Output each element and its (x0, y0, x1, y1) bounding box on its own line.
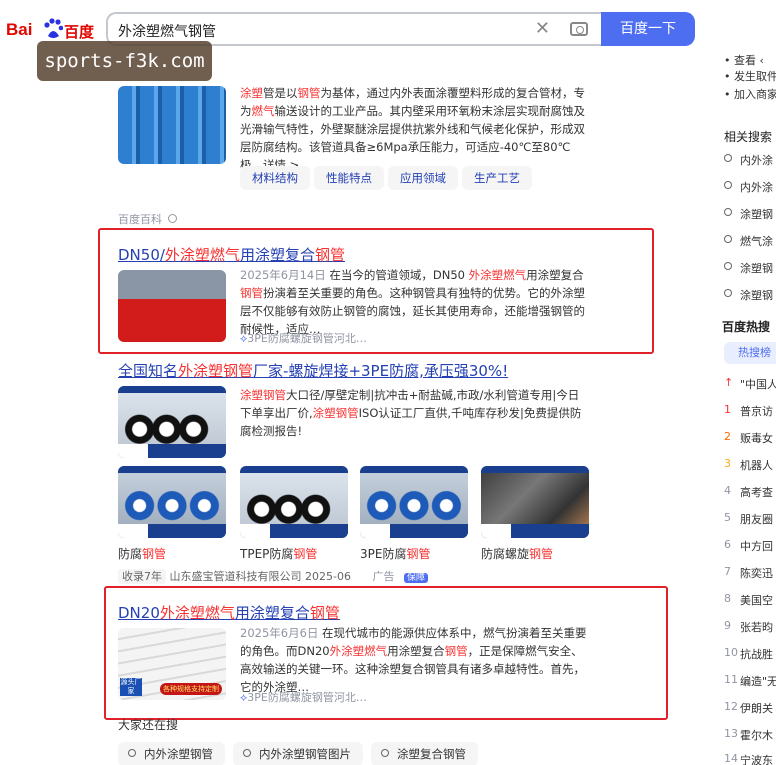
result-1-title[interactable]: DN50/外涂塑燃气用涂塑复合钢管 (118, 244, 345, 265)
hot-search-heading: 百度热搜 (722, 320, 771, 334)
result-1-source[interactable]: ⟡3PE防腐螺旋钢管河北… (240, 330, 367, 346)
baike-thumbnail[interactable] (118, 86, 226, 164)
ad-gallery-image-4[interactable] (481, 466, 589, 538)
ad-meta: 收录7年 山东盛宝管道科技有限公司 2025-06 广告 保障 (118, 568, 428, 584)
search-icon (724, 154, 732, 162)
related-bottom-item-3[interactable]: 涂塑复合钢管 (371, 742, 478, 765)
result-2-thumbnail[interactable]: 源头厂家 各种规格支持定制 (118, 628, 226, 700)
hot-tab[interactable]: 热搜榜 (724, 342, 776, 364)
ad-caption-1[interactable]: 防腐钢管 (118, 545, 166, 562)
ad-gallery-image-1[interactable] (118, 466, 226, 538)
ad-gallery-image-2[interactable] (240, 466, 348, 538)
result-2-source[interactable]: ⟡3PE防腐螺旋钢管河北… (240, 689, 367, 705)
search-icon (724, 289, 732, 297)
ad-label: 广告 (372, 570, 395, 583)
search-icon (724, 181, 732, 189)
baidu-logo[interactable]: Bai 百度 (6, 18, 96, 42)
sidebar-top-line-2[interactable]: • 发生取件 (724, 68, 776, 84)
search-button[interactable]: 百度一下 (601, 12, 695, 46)
baike-chip-3[interactable]: 应用领域 (388, 166, 458, 190)
ad-description: 涂塑钢管大口径/厚壁定制|抗冲击+耐盐碱,市政/水利管道专用|今日下单享出厂价,… (240, 388, 582, 438)
ad-main-thumbnail[interactable] (118, 386, 226, 458)
ad-caption-2[interactable]: TPEP防腐钢管 (240, 545, 317, 562)
result-1-description: 2025年6月14日 在当今的管道领域，DN50 外涂塑燃气用涂塑复合钢管扮演着… (240, 268, 585, 336)
years-badge: 收录7年 (118, 569, 166, 584)
related-bottom-heading: 大家还在搜 (118, 718, 179, 732)
right-sidebar: • 查看 ‹ • 发生取件 • 加入商家 相关搜索 内外涂 内外涂 涂塑钢 燃气… (716, 48, 776, 765)
result-2-title[interactable]: DN20外涂塑燃气用涂塑复合钢管 (118, 602, 340, 623)
search-icon (724, 262, 732, 270)
sidebar-top-line-3[interactable]: • 加入商家 (724, 86, 776, 102)
logo-text-right: 百度 (64, 23, 95, 41)
watermark: sports-f3k.com (37, 41, 212, 81)
results-column: 涂塑管是以钢管为基体，通过内外表面涂覆塑料形成的复合管材，专为燃气输送设计的工业… (0, 56, 700, 765)
related-bottom-item-1[interactable]: 内外涂塑钢管 (118, 742, 225, 765)
sidebar-top-line-1[interactable]: • 查看 ‹ (724, 52, 764, 68)
thumb-tag: 各种规格支持定制 (160, 683, 222, 695)
search-icon (128, 749, 136, 757)
related-bottom-item-2[interactable]: 内外涂塑钢管图片 (233, 742, 363, 765)
baike-description: 涂塑管是以钢管为基体，通过内外表面涂覆塑料形成的复合管材，专为燃气输送设计的工业… (240, 86, 585, 172)
baike-chip-1[interactable]: 材料结构 (240, 166, 310, 190)
result-2-description: 2025年6月6日 在现代城市的能源供应体系中，燃气扮演着至关重要的角色。而DN… (240, 626, 587, 694)
info-icon (168, 214, 177, 223)
ad-gallery-image-3[interactable] (360, 466, 468, 538)
baike-chip-4[interactable]: 生产工艺 (462, 166, 532, 190)
ad-title[interactable]: 全国知名外涂塑钢管厂家-螺旋焊接+3PE防腐,承压强30%! (118, 360, 508, 381)
clear-icon[interactable]: ✕ (535, 18, 550, 39)
search-icon (243, 749, 251, 757)
baike-chip-2[interactable]: 性能特点 (314, 166, 384, 190)
camera-icon[interactable] (570, 22, 588, 36)
search-icon (724, 235, 732, 243)
baike-source[interactable]: 百度百科 (118, 211, 162, 227)
guarantee-badge[interactable]: 保障 (403, 573, 428, 583)
related-search-heading: 相关搜索 (724, 130, 773, 144)
thumb-badge: 源头厂家 (120, 678, 142, 696)
search-icon (381, 749, 389, 757)
paw-icon (44, 18, 63, 38)
ad-caption-4[interactable]: 防腐螺旋钢管 (481, 545, 553, 562)
logo-text-left: Bai (6, 20, 33, 39)
search-query-text: 外涂塑燃气钢管 (118, 24, 216, 40)
ad-company[interactable]: 山东盛宝管道科技有限公司 2025-06 (170, 570, 351, 583)
result-1-thumbnail[interactable] (118, 270, 226, 342)
search-icon (724, 208, 732, 216)
ad-caption-3[interactable]: 3PE防腐钢管 (360, 545, 430, 562)
